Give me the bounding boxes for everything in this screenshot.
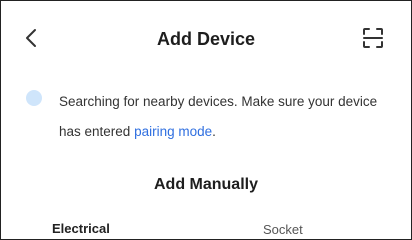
category-socket[interactable]: Socket	[263, 222, 303, 237]
app-header: Add Device	[1, 1, 411, 71]
scan-frame-icon	[363, 28, 383, 48]
pairing-mode-link[interactable]: pairing mode	[134, 124, 212, 139]
category-electrical[interactable]: Electrical	[52, 221, 110, 236]
notice-period: .	[212, 124, 216, 139]
add-manually-title: Add Manually	[153, 176, 258, 193]
page-title: Add Device	[156, 29, 256, 49]
notice-text: Searching for nearby devices. Make sure …	[59, 87, 399, 147]
loading-spinner-icon	[26, 90, 42, 106]
scan-button[interactable]	[361, 26, 385, 50]
notice-message: Searching for nearby devices. Make sure …	[59, 94, 378, 139]
